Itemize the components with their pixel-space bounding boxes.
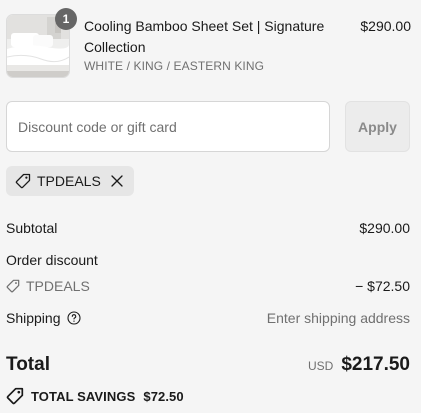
total-label: Total <box>6 354 50 375</box>
shipping-label: Shipping <box>6 310 61 326</box>
total-savings-amount: $72.50 <box>143 388 184 404</box>
discount-code-row: TPDEALS − $72.50 <box>6 278 410 294</box>
tag-icon <box>6 387 24 405</box>
shipping-value: Enter shipping address <box>266 310 410 326</box>
apply-discount-button[interactable]: Apply <box>345 101 410 152</box>
product-price: $290.00 <box>360 18 411 34</box>
product-title: Cooling Bamboo Sheet Set | Signature Col… <box>84 18 325 55</box>
subtotal-label: Subtotal <box>6 220 58 236</box>
discount-amount: − $72.50 <box>355 278 410 294</box>
order-discount-row: Order discount <box>6 252 410 268</box>
shipping-row: Shipping Enter shipping address <box>6 310 410 326</box>
currency-code: USD <box>307 359 334 373</box>
total-savings-row: TOTAL SAVINGS $72.50 <box>6 387 184 405</box>
cart-line-item: 1 Cooling Bamboo Sheet Set | Signature C… <box>6 8 411 78</box>
total-amount-group: USD $217.50 <box>308 354 410 376</box>
order-discount-label: Order discount <box>6 252 98 268</box>
tag-icon <box>6 279 20 293</box>
applied-discount-code: TPDEALS <box>37 173 101 189</box>
subtotal-row: Subtotal $290.00 <box>6 220 410 236</box>
tag-icon <box>15 173 31 189</box>
quantity-badge: 1 <box>55 8 77 30</box>
subtotal-value: $290.00 <box>359 220 410 236</box>
close-icon[interactable] <box>110 174 124 188</box>
help-circle-icon[interactable] <box>67 311 81 325</box>
product-variant: WHITE / KING / EASTERN KING <box>84 59 265 73</box>
discount-form: Apply <box>6 101 410 152</box>
total-amount: $217.50 <box>341 354 410 375</box>
discount-code-label: TPDEALS <box>26 278 90 294</box>
applied-discount-chip: TPDEALS <box>6 166 134 196</box>
total-savings-label: TOTAL SAVINGS <box>31 388 136 404</box>
product-thumbnail-wrapper: 1 <box>6 8 77 78</box>
discount-code-input[interactable] <box>6 101 330 152</box>
